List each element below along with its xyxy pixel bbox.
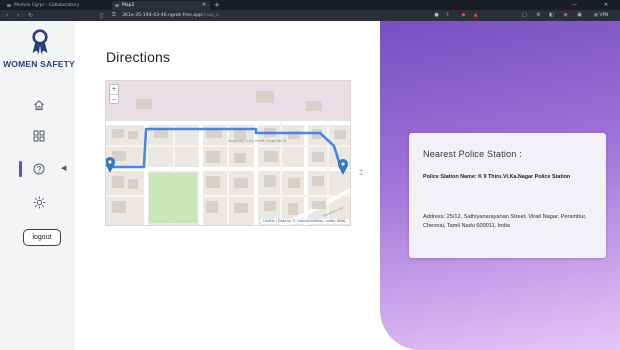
street-label-1: Ilango 6th Cross Street [228,139,265,143]
url-text[interactable]: 361e-35-194-43-46.ngrok-free.app/map_2 [122,11,219,20]
map-zoom-control: + − [109,84,119,104]
home-icon[interactable] [30,97,48,113]
collapse-caret-icon[interactable]: ◀ [61,164,66,172]
map-view[interactable]: Ilango 6th Cross Street Ilango 6th St Pe… [105,80,351,226]
close-window-icon[interactable]: ✕ [604,0,608,10]
attribution-tail: , under ODbL. [323,219,347,223]
vpn-label: VPN [599,13,609,18]
zoom-in-button[interactable]: + [110,85,118,94]
park-area [149,173,197,223]
profile-avatar-icon[interactable]: ◉ [562,12,569,19]
logout-button[interactable]: logout [23,229,61,246]
browser-tab-colab[interactable]: Module Cgrpr - Collaboratory [4,1,104,10]
extensions-icon[interactable]: ▢ [521,12,528,19]
map-attribution: Leaflet | Data by © OpenStreetMap, under… [261,219,349,224]
street-label-2: Ilango 6th St [266,139,287,143]
logo-text: WOMEN SAFETY [3,59,75,69]
osm-link[interactable]: OpenStreetMap [297,219,324,223]
attribution-text: | Data by © [274,219,297,223]
leaflet-link[interactable]: Leaflet [263,219,275,223]
globe-favicon-icon [115,4,119,7]
location-icon[interactable]: ● [433,12,440,19]
grid-icon[interactable] [30,128,48,144]
card-heading: Nearest Police Station : [423,149,522,159]
police-station-name: Police Station Name: K 9 Thiru.Vi.Ka.Nag… [423,174,571,180]
sun-icon[interactable] [30,194,48,210]
awareness-ribbon-icon [32,29,48,54]
mouse-cursor-icon: ⌶ [359,169,364,177]
police-station-card: Nearest Police Station : Police Station … [409,133,606,258]
brave-shield-icon[interactable]: ◆ [460,12,467,19]
sidebar-toggle-icon[interactable]: ◧ [548,12,555,19]
police-station-address: Address: 25/12, Sathiyanarayanan Street,… [423,214,587,229]
url-path: /map_2 [201,13,219,18]
forward-icon[interactable]: › [17,10,19,21]
tab-close-icon[interactable]: ✕ [202,1,206,10]
bookmark-icon[interactable]: ▯ [100,10,103,21]
brave-rewards-icon[interactable]: ▲ [472,12,479,19]
back-icon[interactable]: ‹ [6,10,8,21]
settings-icon[interactable]: ⚙ [535,12,542,19]
browser-tab-map2[interactable]: Map2 ✕ [112,1,210,10]
new-tab-button[interactable]: + [214,0,220,10]
reload-icon[interactable]: ↻ [28,10,33,21]
browser-toolbar: ‹ › ↻ ▯ ⚿ 361e-35-194-43-46.ngrok-free.a… [0,10,620,21]
lock-icon: ⚿ [112,12,116,18]
active-nav-indicator [19,161,22,177]
url-host: 361e-35-194-43-46.ngrok-free.app [122,13,202,18]
minimize-icon[interactable]: — [572,0,577,10]
main-content: Directions Ilango 6th Cross Street Ilang… [75,21,380,350]
tab-title: Module Cgrpr - Collaboratory [14,3,80,8]
colab-favicon-icon [7,4,11,7]
zoom-out-button[interactable]: − [110,94,118,103]
wallet-icon[interactable]: ▣ [576,12,583,19]
help-icon[interactable] [30,161,48,177]
map-tiles: Ilango 6th Cross Street Ilango 6th St Pe… [106,81,350,225]
page-title: Directions [106,49,171,65]
address-bar[interactable]: ⚿ 361e-35-194-43-46.ngrok-free.app/map_2 [110,11,465,20]
browser-tab-bar: Module Cgrpr - Collaboratory Map2 ✕ + — … [0,0,620,10]
share-icon[interactable]: ⇪ [444,12,451,19]
tab-title: Map2 [122,3,135,8]
app-content: WOMEN SAFETY ◀ logout Directions Ilango … [0,21,620,350]
vpn-button[interactable]: ◍ VPN [594,12,609,19]
sidebar: WOMEN SAFETY ◀ logout [0,21,75,350]
